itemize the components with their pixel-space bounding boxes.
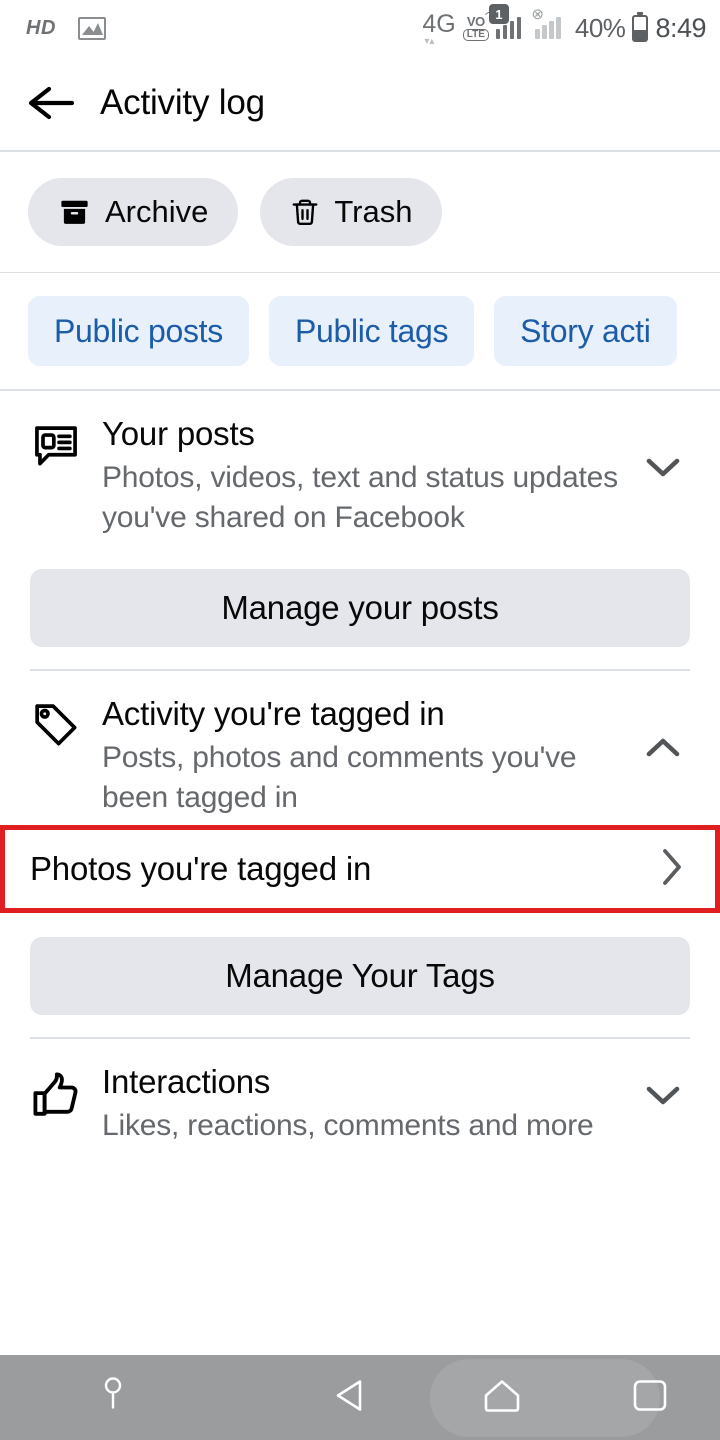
filter-chip-story-activity[interactable]: Story acti: [494, 296, 677, 367]
picture-icon: [77, 16, 106, 40]
filter-chip-public-posts[interactable]: Public posts: [28, 296, 249, 367]
sim1-badge: 1: [488, 4, 509, 24]
manage-your-tags-button[interactable]: Manage Your Tags: [30, 937, 690, 1016]
chevron-down-icon[interactable]: [642, 1075, 684, 1117]
chevron-up-icon[interactable]: [642, 727, 684, 769]
interactions-text: Interactions Likes, reactions, comments …: [92, 1061, 692, 1146]
section-your-posts: Your posts Photos, videos, text and stat…: [0, 391, 720, 671]
nav-pill-background: [430, 1358, 660, 1437]
app-header: Activity log: [0, 56, 720, 150]
chevron-down-icon[interactable]: [642, 447, 684, 489]
activity-tagged-in-subtitle: Posts, photos and comments you've been t…: [102, 741, 577, 814]
page-title: Activity log: [100, 83, 265, 122]
status-bar-right: 4G ▾▴ ⌒ VO LTE 1 ⊗ 40% 8:49: [422, 4, 706, 47]
thumbs-up-icon: [28, 1061, 92, 1126]
sim1-signal-icon: 1: [488, 4, 529, 39]
system-navigation-bar: [0, 1355, 720, 1440]
section-interactions: Interactions Likes, reactions, comments …: [0, 1039, 720, 1154]
archive-label: Archive: [105, 193, 209, 229]
your-posts-subtitle: Photos, videos, text and status updates …: [102, 461, 618, 534]
activity-tagged-in-text: Activity you're tagged in Posts, photos …: [92, 693, 692, 817]
nav-back-icon[interactable]: [330, 1374, 372, 1421]
network-type-label: 4G ▾▴: [422, 9, 456, 47]
section-activity-tagged-in: Activity you're tagged in Posts, photos …: [0, 671, 720, 1039]
nav-home-icon[interactable]: [480, 1375, 524, 1420]
photos-tagged-in-row[interactable]: Photos you're tagged in: [0, 825, 720, 914]
interactions-subtitle: Likes, reactions, comments and more: [102, 1109, 594, 1143]
trash-can-icon: [290, 196, 320, 228]
trash-button[interactable]: Trash: [260, 177, 443, 246]
action-chips-row: Archive Trash: [0, 152, 720, 272]
your-posts-text: Your posts Photos, videos, text and stat…: [92, 413, 692, 537]
sim2-disabled-icon: ⊗: [531, 6, 544, 23]
tag-icon: [28, 693, 92, 756]
photos-tagged-in-label: Photos you're tagged in: [30, 850, 372, 888]
archive-button[interactable]: Archive: [28, 177, 239, 246]
photos-tagged-in-wrapper: Photos you're tagged in: [0, 825, 720, 914]
chevron-right-icon[interactable]: [660, 847, 684, 892]
interactions-header[interactable]: Interactions Likes, reactions, comments …: [0, 1039, 720, 1154]
battery-percent-label: 40%: [574, 12, 626, 43]
data-arrows-icon: ▾▴: [424, 35, 435, 47]
archive-box-icon: [58, 197, 91, 227]
interactions-title: Interactions: [102, 1062, 271, 1100]
status-bar: HD 4G ▾▴ ⌒ VO LTE 1 ⊗ 40% 8:49: [0, 0, 720, 56]
filter-chip-public-tags[interactable]: Public tags: [268, 296, 475, 367]
battery-icon: [632, 11, 649, 42]
trash-label: Trash: [334, 193, 413, 229]
filter-chips-row[interactable]: Public posts Public tags Story acti: [0, 273, 720, 389]
volte-icon: ⌒ VO LTE: [462, 12, 498, 41]
post-bubble-icon: [28, 413, 92, 476]
assistant-icon[interactable]: [100, 1373, 126, 1422]
activity-tagged-in-title: Activity you're tagged in: [102, 694, 445, 732]
phone-screen: HD 4G ▾▴ ⌒ VO LTE 1 ⊗ 40% 8:49: [0, 0, 720, 1440]
hd-label: HD: [26, 16, 56, 39]
manage-your-posts-button[interactable]: Manage your posts: [30, 569, 690, 648]
sim2-signal-icon: ⊗: [531, 6, 568, 39]
clock-label: 8:49: [655, 12, 706, 43]
nav-recents-icon[interactable]: [630, 1377, 670, 1418]
your-posts-header[interactable]: Your posts Photos, videos, text and stat…: [0, 391, 720, 545]
back-arrow-icon[interactable]: [28, 85, 74, 121]
your-posts-title: Your posts: [102, 414, 255, 452]
activity-tagged-in-header[interactable]: Activity you're tagged in Posts, photos …: [0, 671, 720, 825]
status-bar-left: HD: [26, 16, 106, 40]
